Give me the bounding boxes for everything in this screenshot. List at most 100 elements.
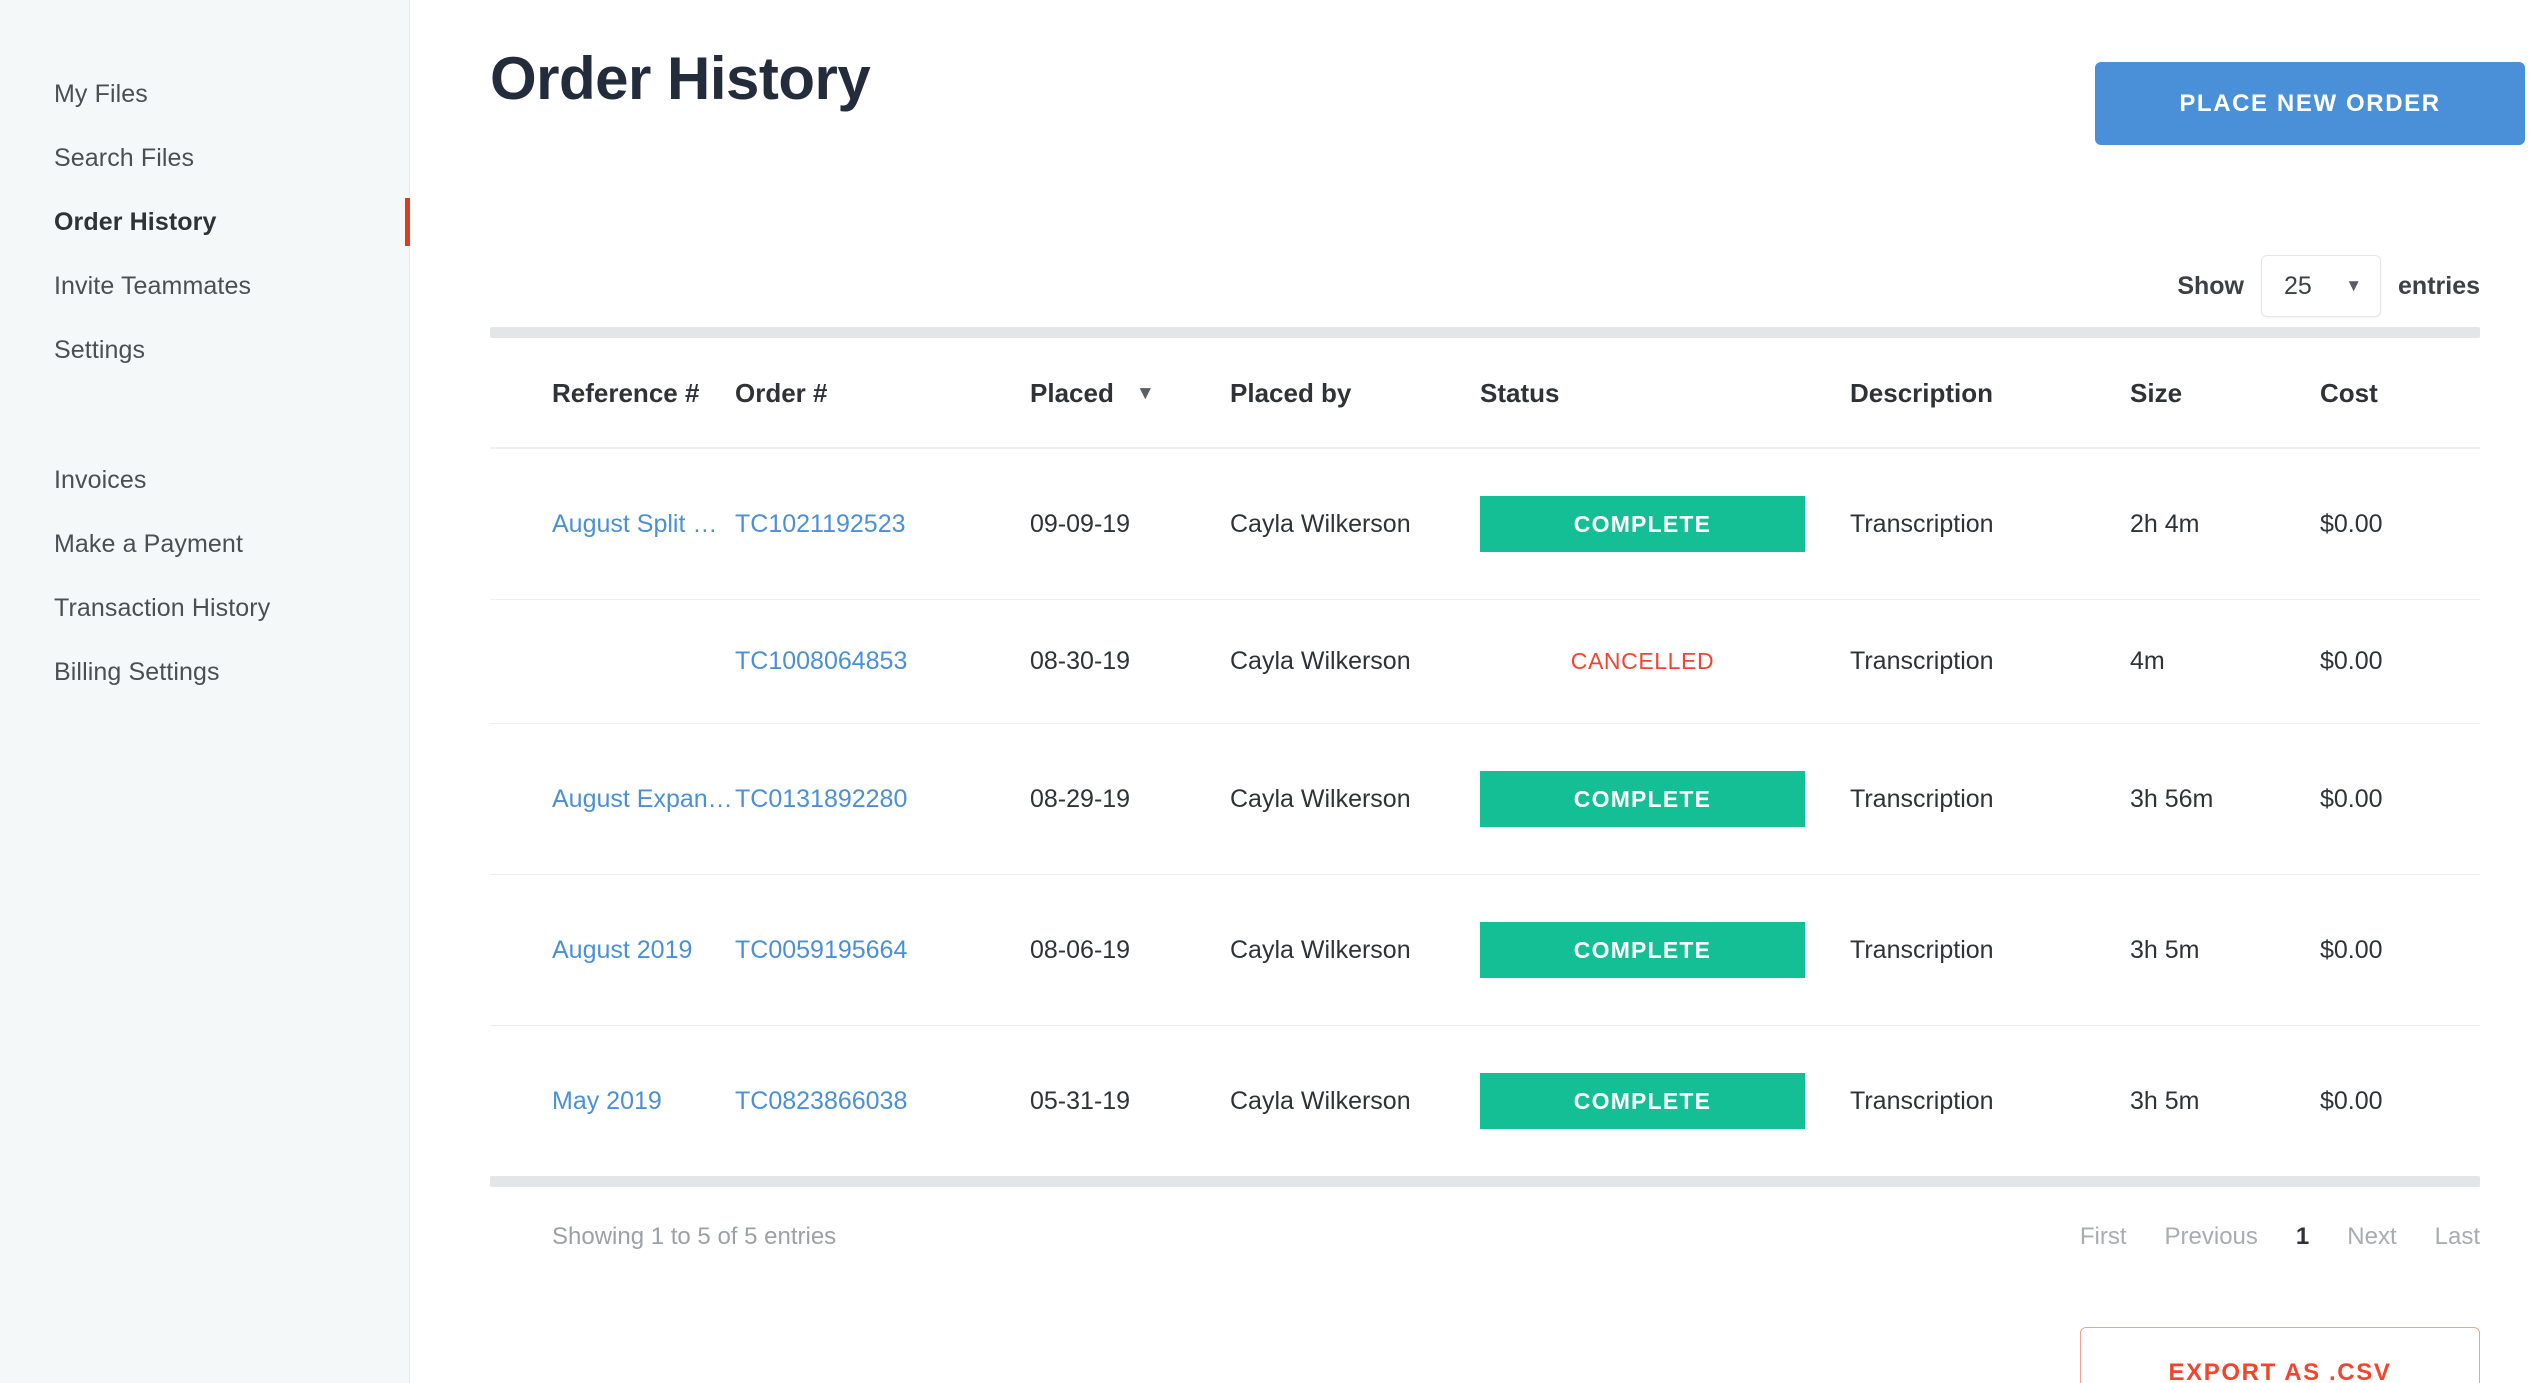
export-csv-button[interactable]: EXPORT AS .CSV — [2080, 1327, 2480, 1383]
reference-link[interactable]: August Expan… — [552, 785, 733, 814]
table-scrollbar-top[interactable] — [490, 327, 2480, 338]
cell-description: Transcription — [1850, 599, 2130, 724]
cell-size: 3h 5m — [2130, 1086, 2200, 1115]
order-number-link[interactable]: TC0059195664 — [735, 936, 907, 965]
cell-status: COMPLETE — [1480, 448, 1850, 600]
reference-link[interactable]: August Split … — [552, 510, 717, 539]
cell-size: 3h 5m — [2130, 874, 2320, 1026]
order-number-link[interactable]: TC1008064853 — [735, 647, 907, 676]
order-number-link[interactable]: TC1021192523 — [735, 510, 906, 539]
sidebar-item-search-files[interactable]: Search Files — [0, 126, 409, 190]
order-number-link[interactable]: TC0823866038 — [735, 1087, 907, 1116]
column-header-label: Placed — [1030, 378, 1114, 408]
cell-placed-by: Cayla Wilkerson — [1230, 448, 1480, 600]
entries-per-page-select[interactable]: 25 ▼ — [2261, 255, 2382, 317]
show-label: Show — [2177, 271, 2245, 300]
column-header-placed_by[interactable]: Placed by — [1230, 338, 1480, 449]
sidebar-item-invite-teammates[interactable]: Invite Teammates — [0, 254, 409, 318]
sidebar: My Files Search Files Order History Invite … — [0, 0, 410, 1383]
cell-description: Transcription — [1850, 874, 2130, 1026]
cell-description: Transcription — [1850, 1086, 1994, 1115]
cell-order-number: TC1021192523 — [735, 448, 1030, 600]
sidebar-item-transaction-history[interactable]: Transaction History — [0, 576, 409, 640]
cell-status: COMPLETE — [1480, 723, 1850, 875]
app-root: My Files Search Files Order History Invite … — [0, 0, 2535, 1383]
sidebar-item-label: Transaction History — [54, 593, 271, 622]
column-header-cost[interactable]: Cost — [2320, 338, 2480, 449]
sidebar-item-label: My Files — [54, 79, 148, 108]
cell-reference: August 2019 — [490, 874, 735, 1026]
main-content: Order History PLACE NEW ORDER Show 25 ▼ … — [410, 0, 2535, 1383]
reference-link[interactable]: May 2019 — [552, 1087, 662, 1116]
sidebar-item-label: Settings — [54, 335, 146, 364]
pagination-1[interactable]: 1 — [2296, 1223, 2309, 1251]
orders-table: Reference # Order # Placed ▼ Placed by Status… — [490, 338, 2480, 1176]
page-header: Order History PLACE NEW ORDER — [490, 0, 2525, 145]
column-header-reference[interactable]: Reference # — [490, 338, 735, 449]
sidebar-item-settings[interactable]: Settings — [0, 318, 409, 382]
pagination-next[interactable]: Next — [2347, 1223, 2396, 1251]
cell-description: Transcription — [1850, 723, 2130, 875]
sidebar-group-billing: Invoices Make a Payment Transaction Histor… — [0, 448, 409, 704]
showing-entries-info: Showing 1 to 5 of 5 entries — [552, 1223, 837, 1250]
cell-order-number: TC1008064853 — [735, 599, 1030, 724]
column-header-order[interactable]: Order # — [735, 338, 1030, 449]
entries-length-control: Show 25 ▼ entries — [490, 255, 2525, 317]
page-title: Order History — [490, 45, 871, 112]
status-badge-cancelled: CANCELLED — [1570, 648, 1715, 674]
table-row: August Split … TC1021192523 09-09-19 Cayla … — [490, 448, 2480, 600]
column-header-label: Status — [1480, 378, 1560, 408]
pagination-first[interactable]: First — [2080, 1223, 2127, 1251]
sidebar-group-divider — [0, 382, 409, 448]
orders-table-body: August Split … TC1021192523 09-09-19 Cayla … — [490, 448, 2480, 1176]
reference-link[interactable]: August 2019 — [552, 936, 692, 965]
column-header-label: Cost — [2320, 378, 2378, 408]
cell-cost: $0.00 — [2320, 723, 2480, 875]
cell-placed-date: 08-30-19 — [1030, 599, 1230, 724]
sidebar-item-label: Search Files — [54, 143, 195, 172]
cell-order-number: TC0059195664 — [735, 874, 1030, 1026]
sidebar-item-order-history[interactable]: Order History — [0, 190, 410, 254]
cell-status: CANCELLED — [1480, 599, 1850, 724]
sidebar-item-label: Billing Settings — [54, 657, 220, 686]
sidebar-group-primary: My Files Search Files Order History Invite … — [0, 62, 410, 382]
sidebar-item-make-a-payment[interactable]: Make a Payment — [0, 512, 409, 576]
cell-placed-date: 05-31-19 — [1030, 1086, 1131, 1115]
table-footer: Showing 1 to 5 of 5 entries First Previou… — [552, 1223, 2480, 1251]
sidebar-item-invoices[interactable]: Invoices — [0, 448, 409, 512]
orders-table-head: Reference # Order # Placed ▼ Placed by Status… — [490, 338, 2480, 449]
cell-reference: August Expan… — [490, 723, 735, 875]
pagination-last[interactable]: Last — [2435, 1223, 2480, 1251]
status-badge-complete: COMPLETE — [1480, 922, 1805, 978]
column-header-status[interactable]: Status — [1480, 338, 1850, 449]
pagination-previous[interactable]: Previous — [2165, 1223, 2258, 1251]
table-row: May 2019 TC0823866038 05-31-19 Cayla Wilker… — [490, 1026, 2480, 1177]
column-header-size[interactable]: Size — [2130, 338, 2320, 449]
cell-cost: $0.00 — [2320, 599, 2480, 724]
column-header-label: Placed by — [1230, 378, 1352, 408]
cell-placed-date: 08-06-19 — [1030, 874, 1230, 1026]
column-header-label: Order # — [735, 378, 828, 408]
cell-cost: $0.00 — [2320, 1086, 2383, 1115]
place-new-order-button[interactable]: PLACE NEW ORDER — [2095, 62, 2525, 145]
cell-placed-date: 09-09-19 — [1030, 448, 1230, 600]
sidebar-item-label: Invoices — [54, 465, 147, 494]
cell-reference — [490, 599, 735, 724]
table-row: August 2019 TC0059195664 08-06-19 Cayla Wil… — [490, 874, 2480, 1026]
sidebar-item-my-files[interactable]: My Files — [0, 62, 409, 126]
table-header-row: Reference # Order # Placed ▼ Placed by Status… — [490, 338, 2480, 449]
sidebar-item-label: Make a Payment — [54, 529, 243, 558]
status-badge-complete: COMPLETE — [1480, 496, 1805, 552]
sidebar-item-billing-settings[interactable]: Billing Settings — [0, 640, 409, 704]
order-number-link[interactable]: TC0131892280 — [735, 785, 907, 814]
cell-placed-date: 08-29-19 — [1030, 723, 1230, 875]
table-scrollbar-bottom[interactable] — [490, 1176, 2480, 1187]
column-header-label: Size — [2130, 378, 2183, 408]
cell-cost: $0.00 — [2320, 874, 2480, 1026]
export-row: EXPORT AS .CSV — [490, 1327, 2525, 1383]
column-header-description[interactable]: Description — [1850, 338, 2130, 449]
cell-size: 4m — [2130, 599, 2320, 724]
entries-label: entries — [2398, 271, 2480, 300]
column-header-placed[interactable]: Placed ▼ — [1030, 338, 1230, 449]
cell-reference: August Split … — [490, 448, 735, 600]
